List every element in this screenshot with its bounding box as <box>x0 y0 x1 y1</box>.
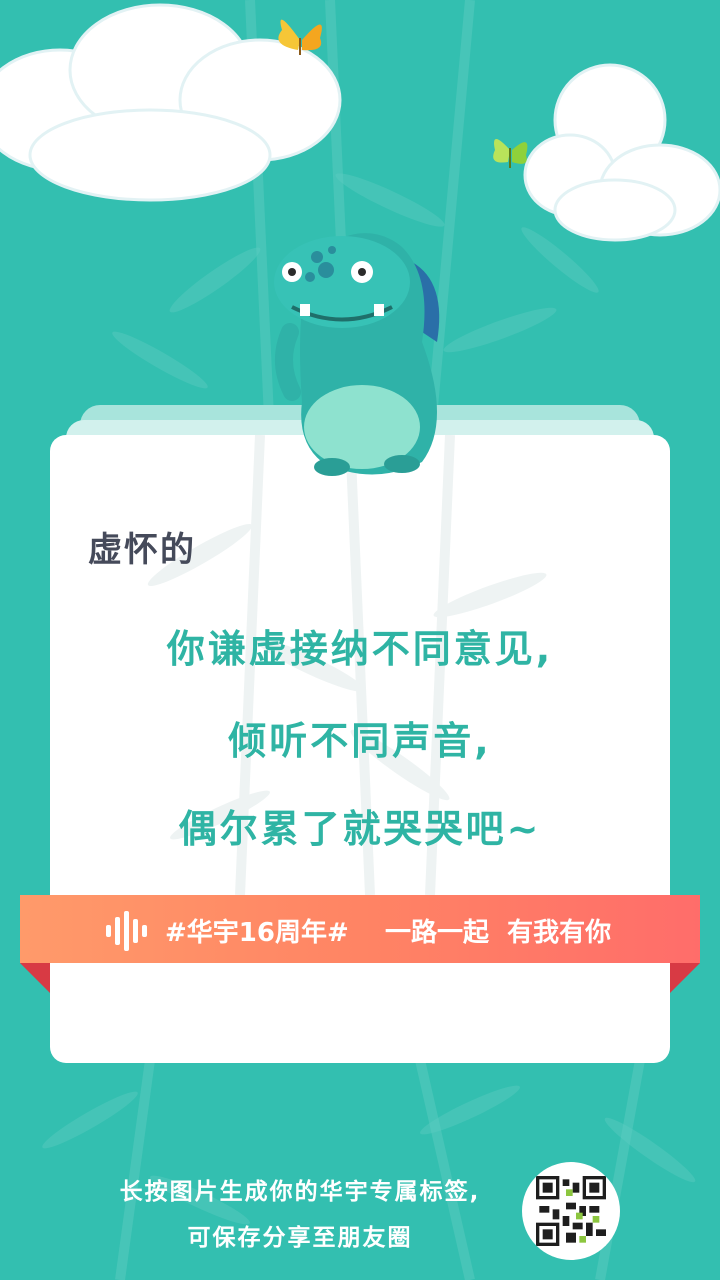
monster-mascot-icon <box>274 233 440 476</box>
quote-line-2: 倾听不同声音, <box>228 719 492 763</box>
butterfly-icon <box>493 139 528 168</box>
soundwave-logo-icon <box>106 911 147 951</box>
ribbon-fold-left <box>20 963 50 993</box>
footer-instruction-line-1: 长按图片生成你的华宇专属标签, <box>119 1179 481 1205</box>
footer-instruction-line-2: 可保存分享至朋友圈 <box>187 1225 413 1251</box>
ribbon-slogan: #华宇16周年# 一路一起 有我有你 <box>165 918 612 948</box>
cloud-icon <box>523 63 720 242</box>
label-title: 虚怀的 <box>88 530 196 570</box>
quote-line-1: 你谦虚接纳不同意见, <box>166 627 554 671</box>
quote-line-3: 偶尔累了就哭哭吧~ <box>178 807 542 851</box>
qr-code-badge[interactable] <box>522 1162 620 1260</box>
ribbon-fold-right <box>670 963 700 993</box>
qr-code-icon <box>536 1176 606 1246</box>
